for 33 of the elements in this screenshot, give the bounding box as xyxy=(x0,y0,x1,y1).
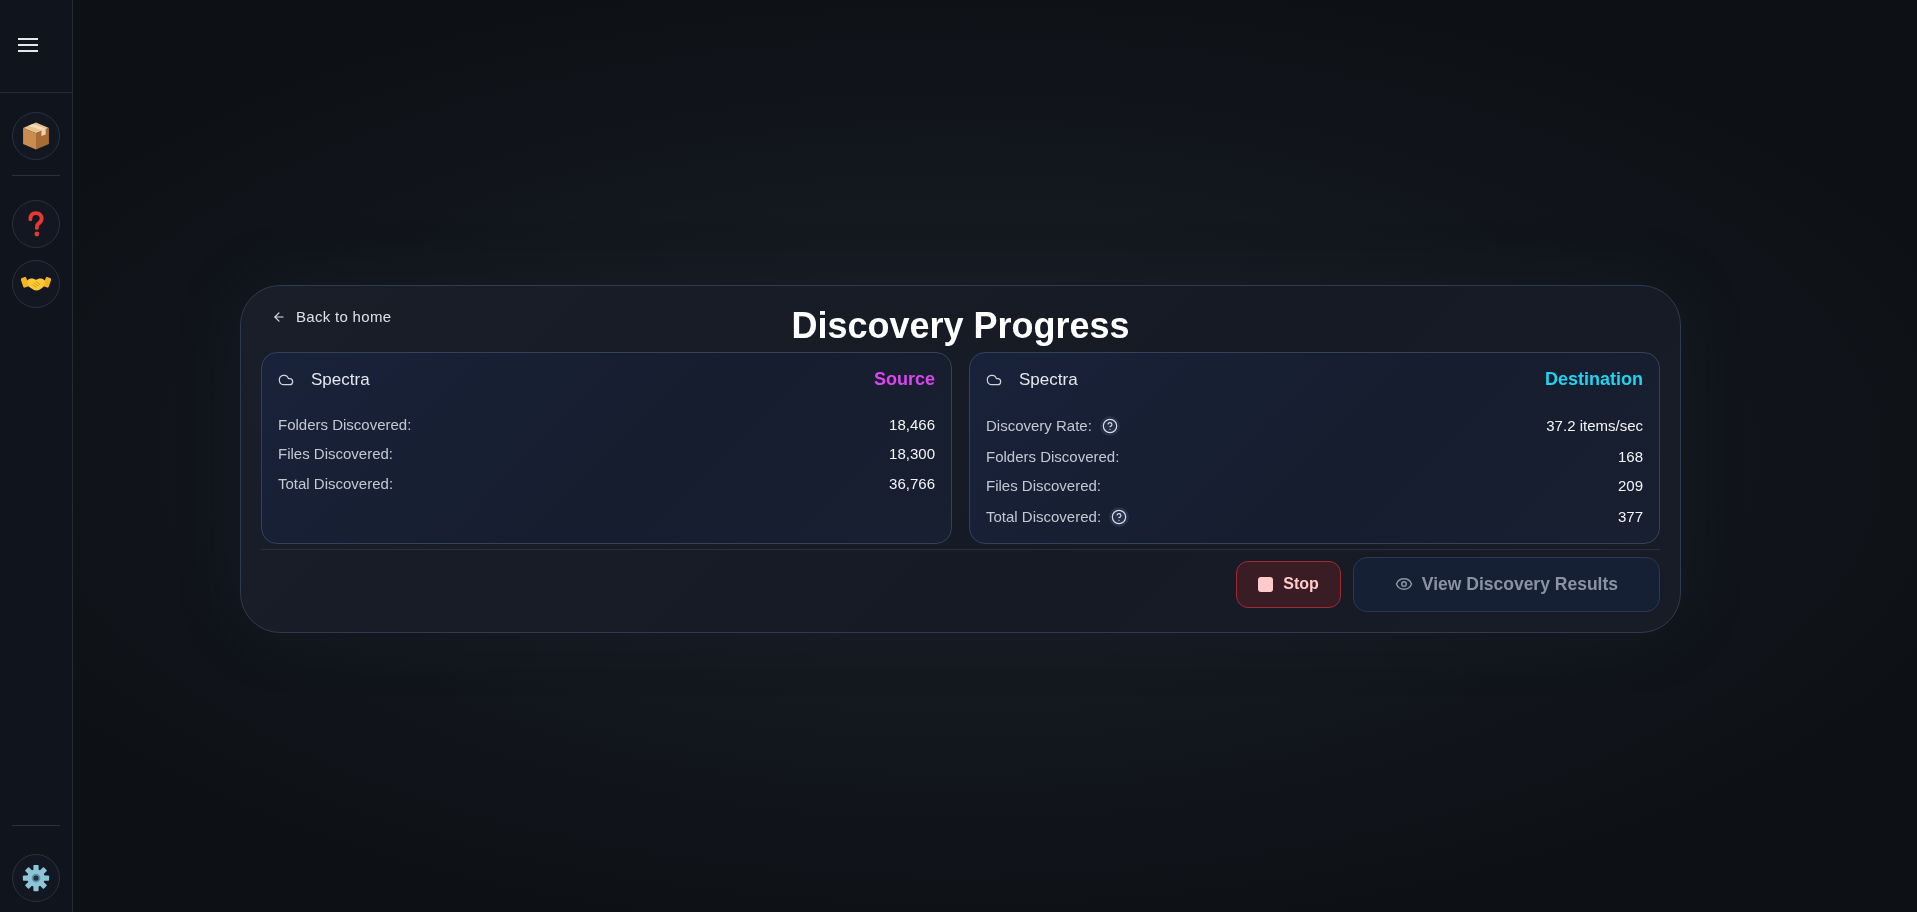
stat-label: Files Discovered: xyxy=(278,445,394,463)
stat-label: Folders Discovered: xyxy=(986,447,1120,465)
endpoint-name: Spectra xyxy=(1019,369,1078,390)
menu-icon xyxy=(18,38,38,52)
question-button[interactable] xyxy=(12,200,60,248)
endpoint-role: Destination xyxy=(1545,369,1643,390)
stat-label: Total Discovered: xyxy=(986,508,1102,525)
stat-value: 18,466 xyxy=(889,415,935,433)
endpoint-name: Spectra xyxy=(311,369,370,390)
stat-value: 209 xyxy=(1617,477,1643,495)
endpoint-role: Source xyxy=(873,369,935,390)
handshake-button[interactable] xyxy=(12,260,60,308)
package-icon xyxy=(22,122,50,150)
stat-value: 18,300 xyxy=(889,445,935,463)
help-icon[interactable] xyxy=(1109,506,1130,527)
page-title: Discovery Progress xyxy=(791,303,1130,347)
gear-icon xyxy=(22,864,50,892)
stat-value: 37.2 items/sec xyxy=(1546,417,1643,434)
package-button[interactable] xyxy=(12,112,60,160)
eye-icon xyxy=(1394,575,1413,593)
stat-label: Folders Discovered: xyxy=(278,415,412,433)
stat-label: Files Discovered: xyxy=(986,477,1102,495)
settings-button[interactable] xyxy=(12,854,60,902)
stat-value: 168 xyxy=(1617,447,1643,465)
stop-button[interactable]: Stop xyxy=(1236,560,1341,608)
help-icon[interactable] xyxy=(1099,415,1120,436)
stat-value: 36,766 xyxy=(889,474,935,492)
stat-value: 377 xyxy=(1617,508,1643,525)
question-mark-icon xyxy=(27,211,45,237)
back-link[interactable]: Back to home xyxy=(261,304,403,329)
stat-label: Discovery Rate: xyxy=(986,417,1092,434)
stat-label: Total Discovered: xyxy=(278,474,394,492)
stop-icon xyxy=(1258,576,1274,592)
